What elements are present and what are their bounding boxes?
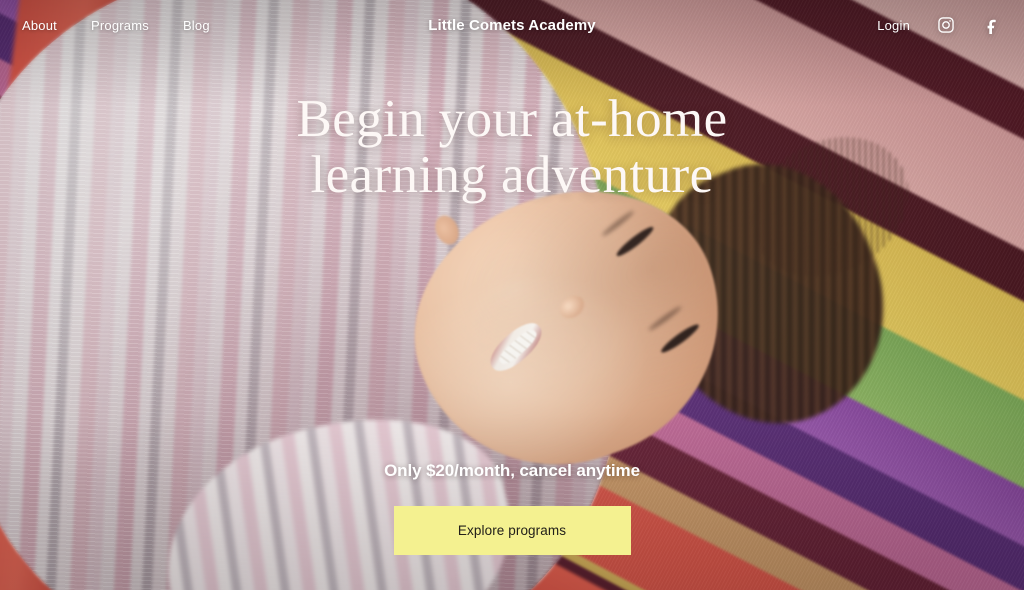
hero-background-photo [0,0,1024,590]
instagram-icon[interactable] [936,15,956,35]
hero-landing-page: About Programs Blog Little Comets Academ… [0,0,1024,597]
nav-link-about[interactable]: About [22,18,57,33]
brand-name-text: Little Comets Academy [428,16,596,34]
explore-programs-button[interactable]: Explore programs [393,506,631,555]
page-bottom-strip [0,590,1024,597]
nav-link-login[interactable]: Login [877,18,910,33]
primary-nav-links: About Programs Blog [22,18,210,33]
site-navigation-bar: About Programs Blog Little Comets Academ… [0,0,1024,50]
nav-link-programs[interactable]: Programs [91,18,149,33]
photo-color-grade [0,0,1024,590]
hero-cta-container: Explore programs [0,506,1024,555]
secondary-nav-links: Login [877,15,1002,35]
nav-link-blog[interactable]: Blog [183,18,210,33]
facebook-icon[interactable] [982,15,1002,35]
